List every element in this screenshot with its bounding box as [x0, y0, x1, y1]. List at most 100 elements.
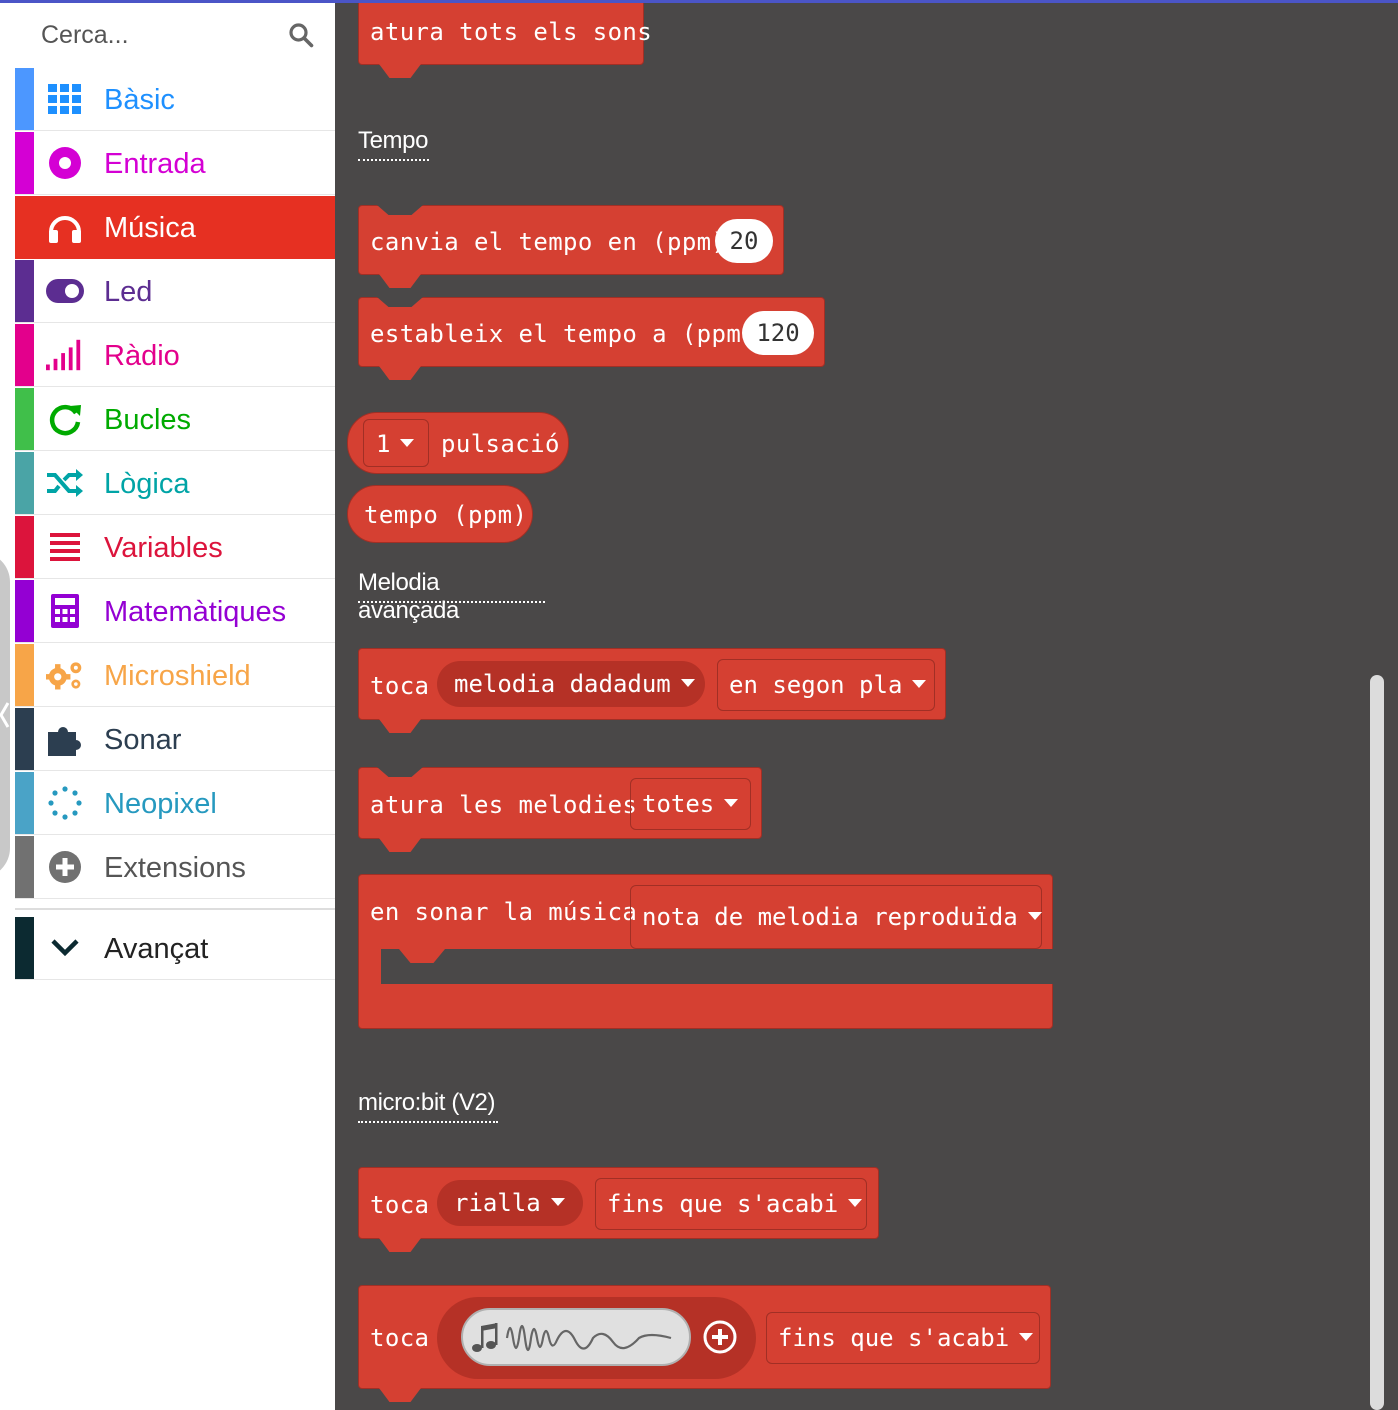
category-label: Variables [104, 532, 223, 564]
block-notch [379, 64, 421, 78]
chevron-left-icon[interactable] [0, 700, 12, 730]
category-color-bar [15, 324, 34, 386]
plus-circle-icon[interactable] [703, 1320, 737, 1354]
block-notch [379, 719, 421, 733]
sound-effect-dropdown[interactable]: rialla [437, 1180, 583, 1226]
caret-down-icon [1019, 1333, 1034, 1341]
category-basic[interactable]: Bàsic [15, 68, 335, 131]
plus-circle-icon [46, 850, 84, 884]
chevron-down-icon [46, 931, 84, 965]
search-input[interactable]: Cerca... [41, 21, 129, 50]
category-color-bar [15, 836, 34, 898]
category-color-bar [15, 452, 34, 514]
caret-down-icon [550, 1198, 565, 1206]
category-label: Bàsic [104, 84, 175, 116]
category-label: Led [104, 276, 153, 308]
sound-expression-reporter[interactable] [437, 1297, 756, 1379]
signal-bars-icon [46, 338, 84, 372]
category-label: Música [104, 212, 196, 244]
flyout-scrollbar[interactable] [1370, 675, 1384, 1410]
play-mode-dropdown[interactable]: fins que s'acabi [766, 1312, 1040, 1364]
category-sonar[interactable]: Sonar [15, 708, 335, 771]
category-music[interactable]: Música [15, 196, 335, 259]
shuffle-icon [46, 466, 84, 500]
play-mode-dropdown[interactable]: en segon pla [717, 659, 935, 711]
block-play-custom-sound[interactable]: toca fins que s'acabi [358, 1285, 1051, 1402]
category-color-bar [15, 708, 34, 770]
stop-melodies-dropdown[interactable]: totes [630, 778, 751, 830]
toggle-icon [46, 274, 84, 308]
block-label: toca [370, 1191, 430, 1219]
grid-icon [46, 82, 84, 116]
category-color-bar [15, 260, 34, 322]
block-on-music-event[interactable]: en sonar la música nota de melodia repro… [358, 874, 1053, 1029]
section-heading-tempo: Tempo [358, 127, 429, 161]
melody-dropdown[interactable]: melodia dadadum [437, 661, 705, 707]
block-label: tempo (ppm) [364, 501, 528, 529]
advanced-separator [15, 908, 335, 910]
dots-circle-icon [46, 786, 84, 820]
category-color-bar [15, 388, 34, 450]
block-label: estableix el tempo a (ppm) [370, 320, 757, 348]
dropdown-value: totes [642, 790, 715, 818]
block-beat-reporter[interactable]: 1 pulsació [347, 412, 569, 474]
block-set-tempo[interactable]: estableix el tempo a (ppm) 120 [358, 297, 825, 380]
list-icon [46, 530, 84, 564]
caret-down-icon [848, 1199, 863, 1207]
category-radio[interactable]: Ràdio [15, 324, 335, 387]
category-advanced[interactable]: Avançat [15, 917, 335, 980]
category-label: Lògica [104, 468, 190, 500]
block-play-melody[interactable]: toca melodia dadadum en segon pla [358, 648, 946, 733]
search-icon[interactable] [288, 22, 314, 48]
heading-underline [358, 159, 429, 161]
category-logic[interactable]: Lògica [15, 452, 335, 515]
category-label: Neopixel [104, 788, 217, 820]
heading-underline [358, 1121, 498, 1123]
section-heading-microbit-v2: micro:bit (V2) [358, 1089, 498, 1123]
refresh-icon [46, 402, 84, 436]
category-color-bar [15, 917, 34, 979]
caret-down-icon [680, 679, 695, 687]
block-notch [377, 205, 423, 215]
category-label: Entrada [104, 148, 206, 180]
block-label: toca [370, 1324, 430, 1352]
block-change-tempo[interactable]: canvia el tempo en (ppm) 20 [358, 205, 784, 288]
dropdown-value: en segon pla [729, 671, 903, 699]
category-variables[interactable]: Variables [15, 516, 335, 579]
target-icon [46, 146, 84, 180]
block-label: atura les melodies [370, 791, 638, 819]
block-tempo-reporter[interactable]: tempo (ppm) [347, 485, 533, 543]
dropdown-value: rialla [454, 1189, 541, 1217]
category-color-bar [15, 132, 34, 194]
headphones-icon [46, 210, 84, 244]
caret-down-icon [1027, 912, 1042, 920]
block-label: pulsació [441, 430, 560, 458]
sound-editor-field[interactable] [461, 1308, 691, 1366]
tempo-set-value-field[interactable]: 120 [742, 311, 814, 355]
category-loops[interactable]: Bucles [15, 388, 335, 451]
tempo-change-value-field[interactable]: 20 [715, 219, 773, 263]
category-input[interactable]: Entrada [15, 132, 335, 195]
block-stop-melodies[interactable]: atura les melodies totes [358, 767, 762, 852]
play-mode-dropdown[interactable]: fins que s'acabi [595, 1178, 867, 1230]
search-box[interactable]: Cerca... [15, 3, 335, 67]
block-play-sound-effect[interactable]: toca rialla fins que s'acabi [358, 1167, 879, 1252]
category-led[interactable]: Led [15, 260, 335, 323]
category-label: Avançat [104, 933, 209, 965]
category-math[interactable]: Matemàtiques [15, 580, 335, 643]
beat-fraction-dropdown[interactable]: 1 [363, 419, 429, 467]
category-label: Ràdio [104, 340, 180, 372]
blocks-flyout: atura tots els sons Tempo canvia el temp… [335, 3, 1398, 1410]
category-extensions[interactable]: Extensions [15, 836, 335, 899]
toolbox-sidebar: Cerca... Bàsic Entrada Música Led Ràdio … [15, 3, 335, 1410]
category-label: Bucles [104, 404, 192, 436]
category-neopixel[interactable]: Neopixel [15, 772, 335, 835]
category-label: Extensions [104, 852, 246, 884]
heading-label: Melodia avançada [358, 569, 459, 624]
heading-underline [358, 601, 545, 603]
block-stop-all-sounds[interactable]: atura tots els sons [358, 3, 652, 78]
block-notch [379, 1238, 421, 1252]
category-microshield[interactable]: Microshield [15, 644, 335, 707]
block-label: canvia el tempo en (ppm) [370, 228, 727, 256]
music-event-dropdown[interactable]: nota de melodia reproduïda [630, 885, 1042, 949]
